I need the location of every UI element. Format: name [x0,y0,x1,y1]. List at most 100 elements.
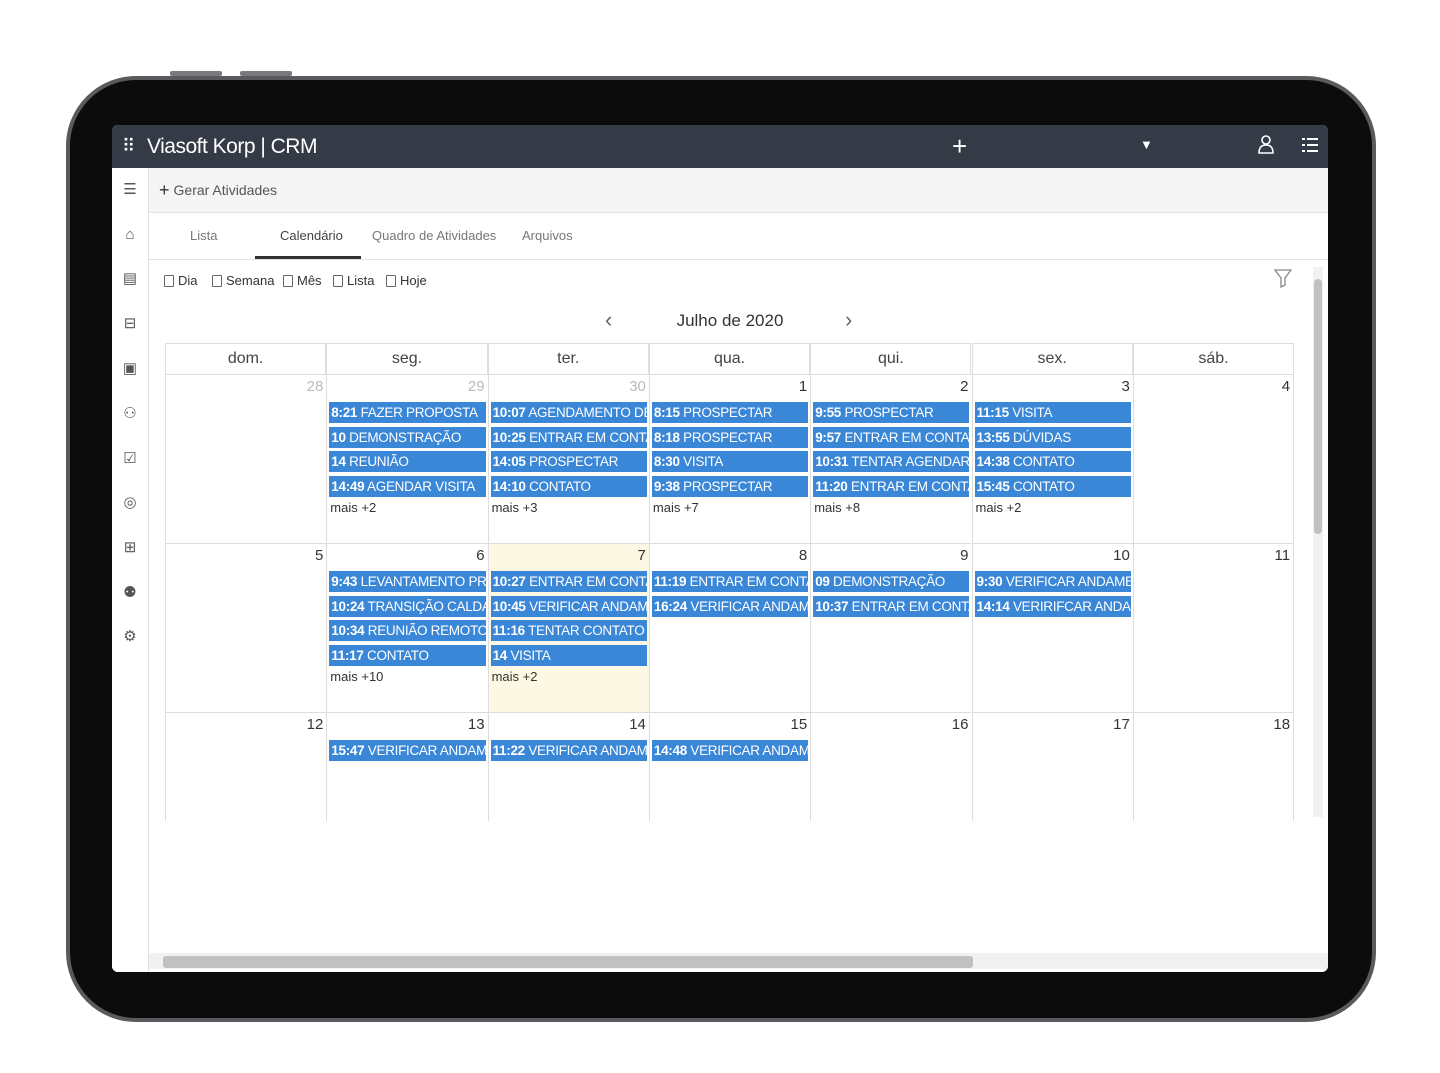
calendar-event[interactable]: 8:30 VISITA [651,451,809,473]
calendar-event[interactable]: 10:27 ENTRAR EM CONTA [490,571,647,592]
chevron-left-icon[interactable]: ‹ [605,307,612,333]
day-cell[interactable]: 8 11:19 ENTRAR EM CONTA 16:24 VERIFICAR AN… [648,544,811,713]
contact-card-icon[interactable]: ▣ [120,359,140,379]
day-number[interactable]: 12 [307,716,324,733]
calendar-event[interactable]: 16:24 VERIFICAR ANDAME [651,595,809,617]
gear-icon[interactable]: ⚙ [120,627,140,647]
day-cell[interactable]: 5 [165,544,327,713]
day-number[interactable]: 5 [315,547,323,564]
calendar-event[interactable]: 14:10 CONTATO [490,475,647,497]
day-cell[interactable]: 13 15:47 VERIFICAR ANDAME [326,713,487,821]
calendar-event[interactable]: 8:18 PROSPECTAR [651,426,809,448]
tab-lista[interactable]: Lista [190,228,217,243]
day-number[interactable]: 4 [1282,378,1290,395]
badge-icon[interactable]: ◎ [120,493,140,513]
day-cell[interactable]: 1 8:15 PROSPECTAR 8:18 PROSPECTAR 8:30 VISI… [648,375,811,544]
day-number[interactable]: 17 [1113,716,1130,733]
scroll-thumb[interactable] [1314,279,1322,534]
day-number[interactable]: 14 [629,716,646,733]
day-cell[interactable]: 28 [165,375,327,544]
calendar-event[interactable]: 10:37 ENTRAR EM CONTA [813,595,970,617]
tab-quadro-atividades[interactable]: Quadro de Atividades [372,228,496,243]
horizontal-scrollbar[interactable] [149,953,1328,969]
tab-calendario[interactable]: Calendário [280,228,343,243]
hamburger-icon[interactable]: ☰ [120,180,140,200]
day-number[interactable]: 15 [791,716,808,733]
calendar-event[interactable]: 13:55 DÚVIDAS [974,426,1131,448]
calendar-event[interactable]: 10:25 ENTRAR EM CONTA [490,426,647,448]
day-number[interactable]: 7 [638,547,646,564]
more-events-link[interactable]: mais +3 [492,500,538,515]
calendar-event[interactable]: 14:14 VERIRIFCAR ANDAM [974,595,1131,617]
day-number[interactable]: 9 [960,547,968,564]
vertical-scrollbar[interactable] [1313,267,1323,817]
calendar-event[interactable]: 10 DEMONSTRAÇÃO [329,426,486,448]
calendar-event[interactable]: 14:38 CONTATO [974,451,1131,473]
day-cell[interactable]: 18 [1132,713,1295,821]
view-list-button[interactable]: Lista [333,273,374,288]
calendar-event[interactable]: 9:38 PROSPECTAR [651,475,809,497]
calendar-event[interactable]: 9:57 ENTRAR EM CONTATO [813,426,970,448]
day-cell[interactable]: 17 [971,713,1133,821]
day-number[interactable]: 11 [1275,547,1291,564]
more-events-link[interactable]: mais +10 [330,669,383,684]
day-number[interactable]: 6 [476,547,484,564]
clipboard-icon[interactable]: ☑ [120,449,140,469]
day-number[interactable]: 3 [1121,378,1129,395]
day-number[interactable]: 18 [1273,716,1290,733]
day-number[interactable]: 28 [307,378,324,395]
calendar-event[interactable]: 11:16 TENTAR CONTATO [490,620,647,642]
calendar-event[interactable]: 15:47 VERIFICAR ANDAME [329,740,486,761]
day-cell[interactable]: 9 09 DEMONSTRAÇÃO 10:37 ENTRAR EM CONTA [810,544,972,713]
day-cell[interactable]: 16 [810,713,971,821]
day-number[interactable]: 2 [960,378,968,395]
chevron-right-icon[interactable]: › [845,307,852,333]
org-chart-icon[interactable]: ⊞ [120,538,140,558]
calendar-event[interactable]: 11:19 ENTRAR EM CONTA [651,571,809,592]
list-menu-icon[interactable] [1302,137,1318,158]
calendar-event[interactable]: 14:48 VERIFICAR ANDAME [651,740,809,761]
day-number[interactable]: 1 [799,378,807,395]
day-cell[interactable]: 14 11:22 VERIFICAR ANDAME [487,713,649,821]
calendar-event[interactable]: 10:34 REUNIÃO REMOTO [329,620,486,642]
calendar-event[interactable]: 11:15 VISITA [974,402,1131,423]
day-cell[interactable]: 4 [1132,375,1295,544]
more-events-link[interactable]: mais +7 [653,500,699,515]
calendar-event[interactable]: 11:17 CONTATO [329,644,486,666]
network-people-icon[interactable]: ⚇ [120,404,140,424]
day-number[interactable]: 30 [629,378,646,395]
user-settings-icon[interactable]: ⚉ [120,583,140,603]
more-events-link[interactable]: mais +2 [330,500,376,515]
day-cell[interactable]: 3 11:15 VISITA 13:55 DÚVIDAS 14:38 CONTATO 1… [971,375,1133,544]
tab-arquivos[interactable]: Arquivos [522,228,573,243]
calendar-event[interactable]: 10:31 TENTAR AGENDAR V [813,451,970,473]
day-cell[interactable]: 29 8:21 FAZER PROPOSTA 10 DEMONSTRAÇÃO 14 R… [326,375,488,544]
day-cell[interactable]: 11 [1132,544,1295,713]
calendar-event[interactable]: 14 REUNIÃO [329,451,486,473]
calendar-event[interactable]: 14 VISITA [490,644,647,666]
apps-grid-icon[interactable]: ⠿ [122,136,135,157]
calendar-event[interactable]: 9:43 LEVANTAMENTO PRO [329,571,486,592]
day-cell[interactable]: 15 14:48 VERIFICAR ANDAME [648,713,810,821]
document-icon[interactable]: ▤ [120,269,140,289]
day-number[interactable]: 16 [952,716,969,733]
day-cell[interactable]: 12 [165,713,326,821]
calendar-event[interactable]: 14:49 AGENDAR VISITA [329,475,486,497]
view-month-button[interactable]: Mês [283,273,322,288]
calendar-event[interactable]: 8:21 FAZER PROPOSTA [329,402,486,423]
user-icon[interactable] [1258,134,1274,159]
calendar-event[interactable]: 10:24 TRANSIÇÃO CALDAI [329,595,486,617]
day-number[interactable]: 29 [468,378,485,395]
calendar-event[interactable]: 15:45 CONTATO [974,475,1131,497]
filter-icon[interactable] [1273,268,1293,293]
more-events-link[interactable]: mais +2 [976,500,1022,515]
day-number[interactable]: 13 [468,716,485,733]
day-cell[interactable]: 2 9:55 PROSPECTAR 9:57 ENTRAR EM CONTATO 10… [810,375,972,544]
calendar-event[interactable]: 11:22 VERIFICAR ANDAME [490,740,647,761]
view-today-button[interactable]: Hoje [386,273,427,288]
more-events-link[interactable]: mais +8 [814,500,860,515]
briefcase-icon[interactable]: ⊟ [120,314,140,334]
calendar-event[interactable]: 9:55 PROSPECTAR [813,402,970,423]
generate-activities-button[interactable]: + Gerar Atividades [159,179,277,200]
view-day-button[interactable]: Dia [164,273,198,288]
